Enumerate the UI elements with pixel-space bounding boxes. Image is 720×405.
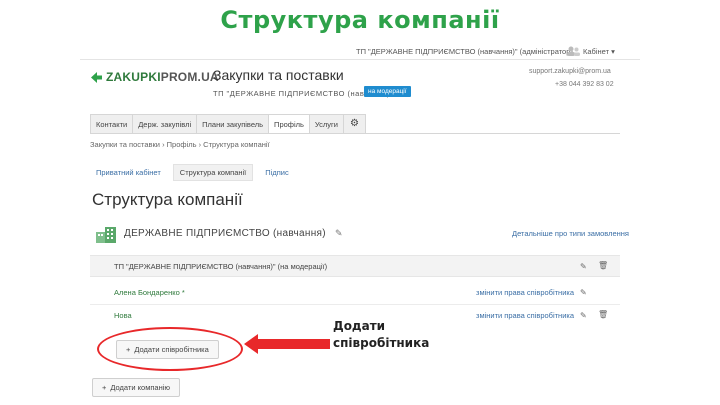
subnav-private-cabinet[interactable]: Приватний кабінет <box>90 165 167 180</box>
tab-contacts[interactable]: Контакти <box>90 114 134 134</box>
moderation-badge: на модерації <box>364 86 411 97</box>
gear-icon: ⚙ <box>349 118 359 129</box>
tab-gov-purchases[interactable]: Держ. закупівлі <box>132 114 198 134</box>
company-name: ДЕРЖАВНЕ ПІДПРИЄМСТВО (навчання) <box>124 228 326 239</box>
employee-name[interactable]: Нова <box>114 311 132 320</box>
breadcrumb[interactable]: Закупки та поставки › Профіль › Структур… <box>90 140 270 149</box>
callout-label: Додати співробітника <box>333 318 429 352</box>
tab-services[interactable]: Услуги <box>308 114 344 134</box>
company-name-row: ДЕРЖАВНЕ ПІДПРИЄМСТВО (навчання) ✎ <box>124 228 343 239</box>
add-company-label: Додати компанію <box>110 383 171 392</box>
trash-icon[interactable]: 🗑 <box>598 310 608 319</box>
cabinet-menu[interactable]: Кабінет ▾ <box>566 46 615 56</box>
user-icon <box>567 46 580 56</box>
slide-title: Структура компанії <box>220 6 500 34</box>
logo-arrow-icon <box>91 71 102 83</box>
details-link[interactable]: Детальніше про типи замовлення <box>512 229 629 238</box>
highlight-ellipse <box>97 327 243 371</box>
subnav-company-structure[interactable]: Структура компанії <box>172 164 254 181</box>
add-company-button[interactable]: + Додати компанію <box>92 378 181 397</box>
edit-icon[interactable]: ✎ <box>580 288 587 297</box>
tab-settings[interactable]: ⚙ <box>342 114 366 134</box>
change-rights-link[interactable]: змінити права співробітника <box>476 288 574 297</box>
subnav-signature[interactable]: Підпис <box>259 165 294 180</box>
logo-text-a: ZAKUPKI <box>106 70 161 84</box>
edit-icon[interactable]: ✎ <box>580 262 587 271</box>
tab-profile[interactable]: Профіль <box>268 114 310 134</box>
callout-line-1: Додати <box>333 319 386 333</box>
support-phone: +38 044 392 83 02 <box>555 81 614 88</box>
tab-purchase-plans[interactable]: Плани закупівель <box>196 114 270 134</box>
change-rights-link[interactable]: змінити права співробітника <box>476 311 574 320</box>
logo-text-b: PROM.UA <box>160 70 219 84</box>
tabs-divider <box>90 133 620 134</box>
edit-icon[interactable]: ✎ <box>580 311 587 320</box>
main-tabs: Контакти Держ. закупівлі Плани закупівел… <box>90 114 366 134</box>
company-building-icon <box>96 227 116 243</box>
page-title: Структура компанії <box>92 190 243 209</box>
app-title: Закупки та поставки <box>213 67 344 83</box>
red-arrow-icon <box>244 334 330 354</box>
topbar-org-link[interactable]: ТП "ДЕРЖАВНЕ ПІДПРИЄМСТВО (навчання)" (а… <box>356 47 573 56</box>
cabinet-label: Кабінет ▾ <box>583 46 615 56</box>
plus-icon: + <box>102 383 107 392</box>
employee-name[interactable]: Алена Бондаренко * <box>114 288 185 297</box>
support-email[interactable]: support.zakupki@prom.ua <box>529 68 611 75</box>
topbar-divider <box>80 59 640 60</box>
callout-line-2: співробітника <box>333 336 430 350</box>
row-divider <box>90 304 620 305</box>
company-row-label: ТП "ДЕРЖАВНЕ ПІДПРИЄМСТВО (навчання)" (н… <box>114 262 328 271</box>
trash-icon[interactable]: 🗑 <box>598 261 608 270</box>
profile-subnav: Приватний кабінет Структура компанії Під… <box>90 164 295 181</box>
zakupki-logo[interactable]: ZAKUPKIPROM.UA <box>90 70 219 84</box>
edit-company-icon[interactable]: ✎ <box>335 228 343 238</box>
